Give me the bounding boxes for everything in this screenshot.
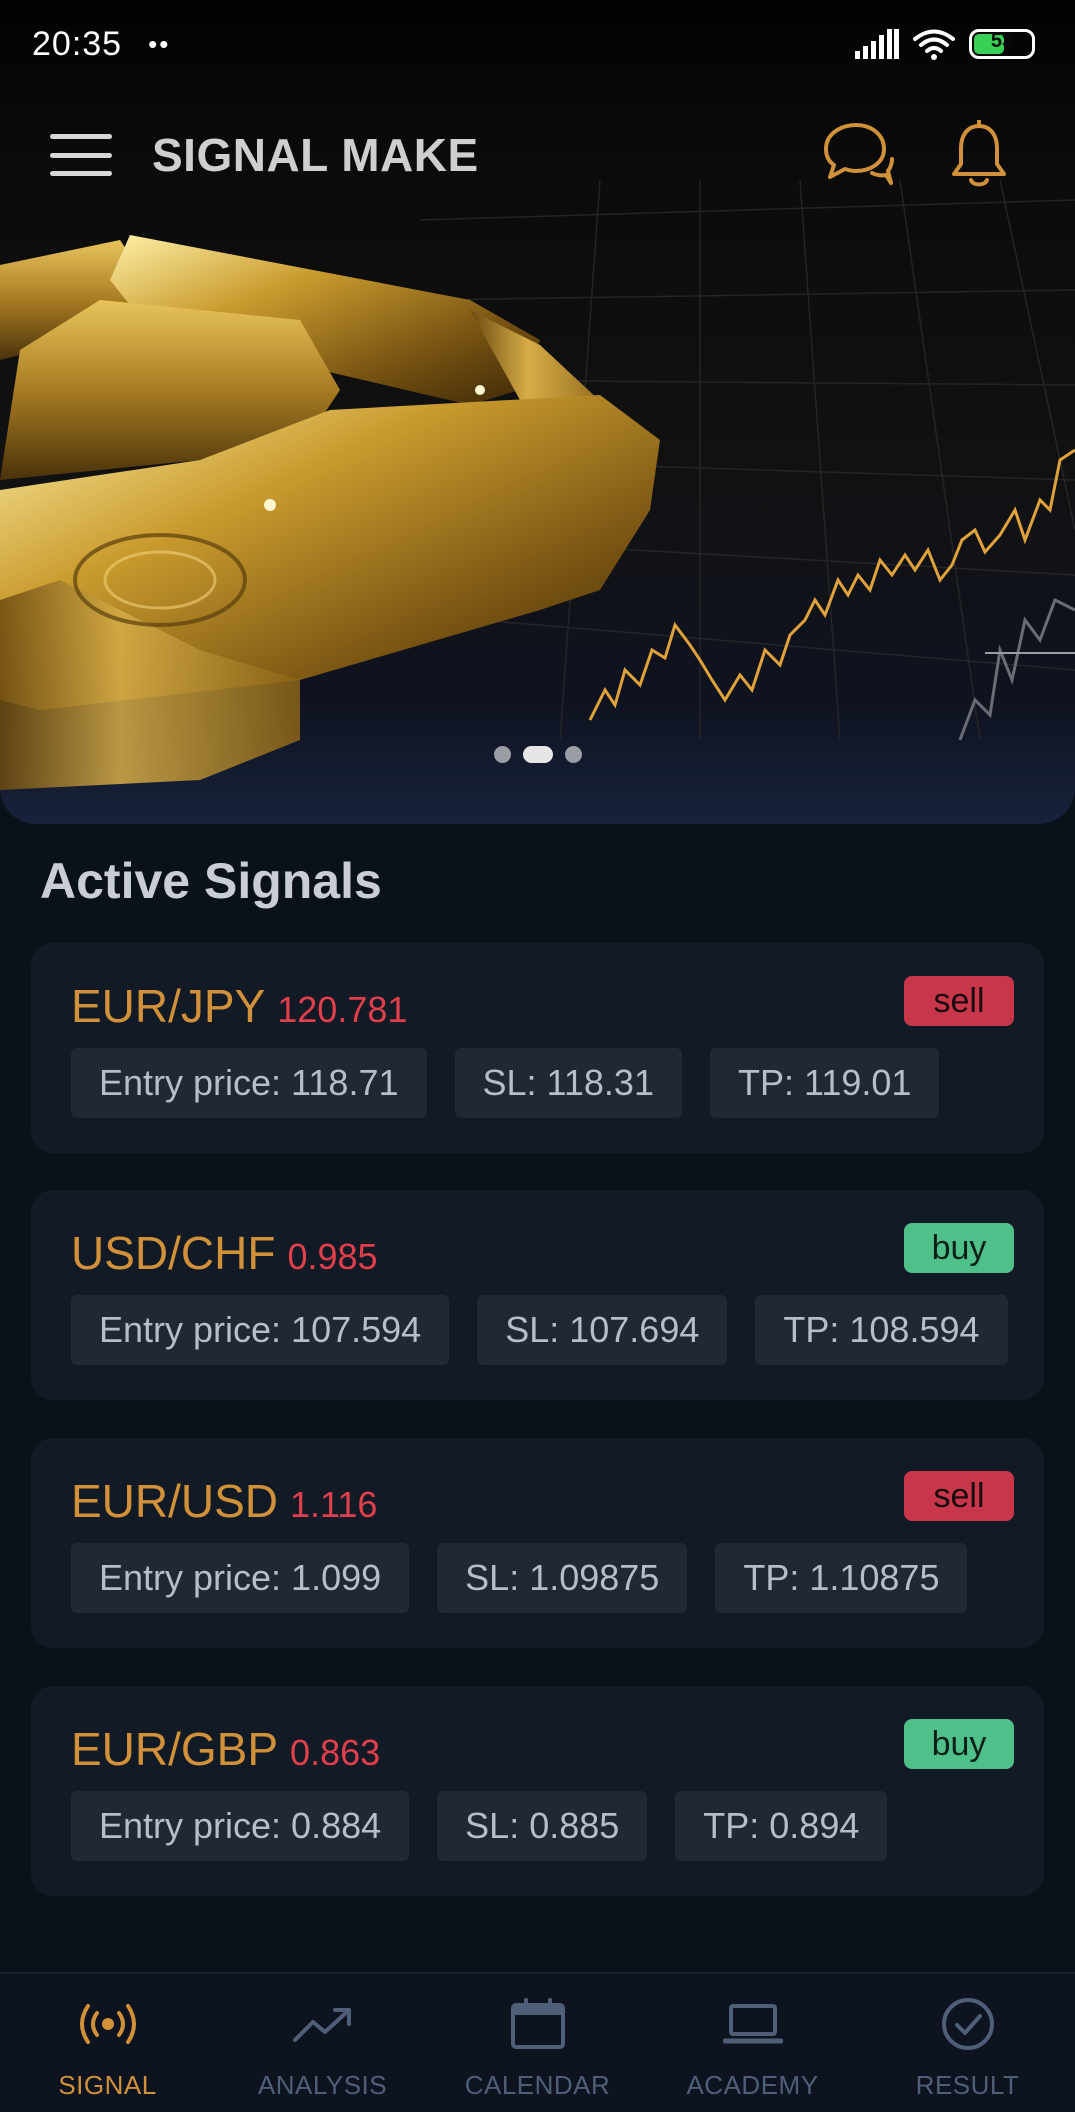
pair-name: USD/CHF bbox=[71, 1227, 276, 1279]
app-title: SIGNAL MAKE bbox=[152, 129, 479, 181]
status-right: 53 bbox=[855, 28, 1035, 60]
wifi-icon bbox=[913, 29, 955, 60]
nav-label: RESULT bbox=[915, 2070, 1020, 2100]
nav-label: CALENDAR bbox=[464, 2070, 611, 2100]
nav-item-signal[interactable]: SIGNAL bbox=[0, 1974, 215, 2112]
carousel-indicator[interactable] bbox=[0, 746, 1075, 763]
current-price: 0.985 bbox=[287, 1236, 378, 1277]
signal-card[interactable]: EUR/USD 1.116 sell Entry price: 1.099 SL:… bbox=[31, 1438, 1044, 1648]
currency-pair: USD/CHF 0.985 bbox=[71, 1226, 378, 1280]
carousel-dot-3[interactable] bbox=[564, 746, 582, 763]
current-price: 120.781 bbox=[277, 989, 408, 1030]
broadcast-icon bbox=[76, 1996, 140, 2052]
currency-pair: EUR/USD 1.116 bbox=[71, 1474, 377, 1528]
banner-image[interactable] bbox=[0, 180, 1075, 824]
bottom-navigation: SIGNAL ANALYSIS CALENDAR ACADEMY RESULT bbox=[0, 1972, 1075, 2112]
nav-item-result[interactable]: RESULT bbox=[860, 1974, 1075, 2112]
carousel-dot-2-active[interactable] bbox=[522, 746, 553, 763]
app-bar-actions bbox=[819, 117, 1017, 193]
stop-loss-chip: SL: 1.09875 bbox=[437, 1543, 688, 1613]
signal-card[interactable]: EUR/GBP 0.863 buy Entry price: 0.884 SL: … bbox=[31, 1686, 1044, 1896]
nav-label: ACADEMY bbox=[686, 2070, 819, 2100]
pair-name: EUR/USD bbox=[71, 1475, 279, 1527]
calendar-icon bbox=[506, 1996, 570, 2052]
entry-price-chip: Entry price: 0.884 bbox=[71, 1791, 410, 1861]
battery-icon: 53 bbox=[969, 29, 1035, 59]
pair-name: EUR/GBP bbox=[71, 1723, 279, 1775]
take-profit-chip: TP: 119.01 bbox=[709, 1048, 940, 1118]
laptop-icon bbox=[721, 1996, 785, 2052]
stop-loss-chip: SL: 118.31 bbox=[454, 1048, 682, 1118]
signal-levels: Entry price: 107.594 SL: 107.694 TP: 108… bbox=[71, 1295, 1008, 1365]
nav-item-academy[interactable]: ACADEMY bbox=[645, 1974, 860, 2112]
trend-up-icon bbox=[291, 1996, 355, 2052]
signal-card[interactable]: EUR/JPY 120.781 sell Entry price: 118.71 … bbox=[31, 943, 1044, 1153]
section-title-active-signals: Active Signals bbox=[40, 853, 382, 909]
signal-levels: Entry price: 118.71 SL: 118.31 TP: 119.0… bbox=[71, 1048, 940, 1118]
chat-icon[interactable] bbox=[819, 117, 895, 193]
signal-action-badge: buy bbox=[904, 1719, 1014, 1769]
signal-card[interactable]: USD/CHF 0.985 buy Entry price: 107.594 SL… bbox=[31, 1190, 1044, 1400]
nav-label: SIGNAL bbox=[58, 2070, 157, 2100]
take-profit-chip: TP: 1.10875 bbox=[715, 1543, 968, 1613]
check-circle-icon bbox=[936, 1996, 1000, 2052]
stop-loss-chip: SL: 0.885 bbox=[437, 1791, 648, 1861]
status-left: 20:35 •• bbox=[32, 25, 170, 64]
signal-action-badge: buy bbox=[904, 1223, 1014, 1273]
signal-strength-icon bbox=[855, 29, 899, 59]
status-bar: 20:35 •• 53 bbox=[0, 0, 1075, 88]
carousel-dot-1[interactable] bbox=[493, 746, 511, 763]
pair-name: EUR/JPY bbox=[71, 980, 266, 1032]
notification-dots: •• bbox=[148, 28, 171, 59]
current-price: 1.116 bbox=[290, 1484, 378, 1525]
signal-action-badge: sell bbox=[904, 976, 1014, 1026]
signal-levels: Entry price: 0.884 SL: 0.885 TP: 0.894 bbox=[71, 1791, 888, 1861]
entry-price-chip: Entry price: 107.594 bbox=[71, 1295, 450, 1365]
battery-percent: 53 bbox=[990, 30, 1014, 52]
nav-item-analysis[interactable]: ANALYSIS bbox=[215, 1974, 430, 2112]
nav-label: ANALYSIS bbox=[257, 2070, 388, 2100]
entry-price-chip: Entry price: 118.71 bbox=[71, 1048, 427, 1118]
signal-action-badge: sell bbox=[904, 1471, 1014, 1521]
hero-header: 20:35 •• 53 SIGNAL MAKE bbox=[0, 0, 1075, 824]
take-profit-chip: TP: 108.594 bbox=[755, 1295, 1008, 1365]
menu-icon[interactable] bbox=[50, 130, 112, 180]
current-price: 0.863 bbox=[290, 1732, 381, 1773]
status-time: 20:35 bbox=[32, 24, 123, 63]
signal-levels: Entry price: 1.099 SL: 1.09875 TP: 1.108… bbox=[71, 1543, 968, 1613]
currency-pair: EUR/JPY 120.781 bbox=[71, 979, 407, 1033]
nav-item-calendar[interactable]: CALENDAR bbox=[430, 1974, 645, 2112]
app-bar: SIGNAL MAKE bbox=[0, 110, 1075, 200]
entry-price-chip: Entry price: 1.099 bbox=[71, 1543, 410, 1613]
take-profit-chip: TP: 0.894 bbox=[675, 1791, 888, 1861]
stop-loss-chip: SL: 107.694 bbox=[477, 1295, 728, 1365]
bell-icon[interactable] bbox=[941, 117, 1017, 193]
currency-pair: EUR/GBP 0.863 bbox=[71, 1722, 380, 1776]
